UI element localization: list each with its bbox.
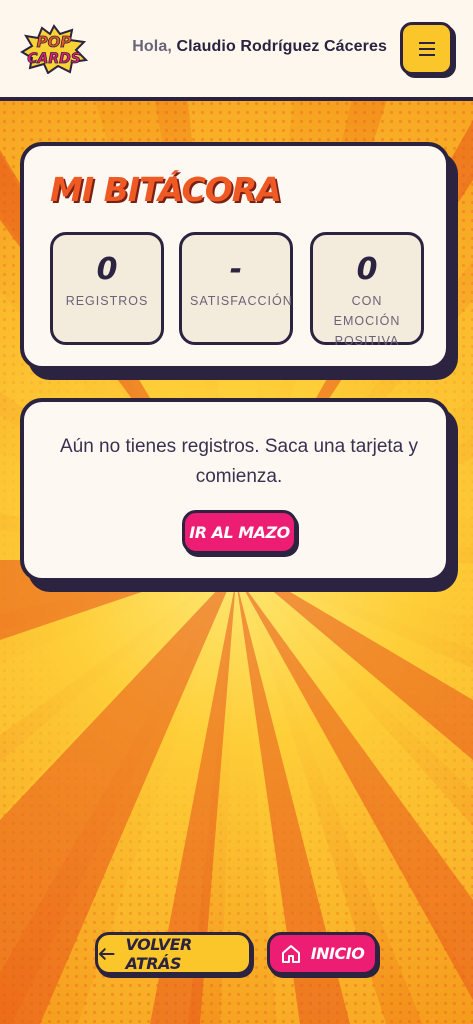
svg-text:CARDS: CARDS (27, 51, 81, 67)
stat-label: REGISTROS (65, 294, 149, 308)
stat-label: CON EMOCIÓN POSITIVA (333, 294, 401, 348)
svg-text:POP: POP (37, 33, 72, 51)
top-header: POP CARDS Hola, Claudio Rodríguez Cácere… (0, 0, 473, 101)
empty-state-card: Aún no tienes registros. Saca una tarjet… (20, 398, 450, 582)
back-button-label: VOLVER ATRÁS (125, 934, 193, 973)
home-button-label: INICIO (310, 944, 365, 963)
stat-value: 0 (96, 252, 118, 287)
empty-state-message: Aún no tienes registros. Saca una tarjet… (59, 436, 419, 487)
page-title: MI BITÁCORA (50, 170, 282, 209)
go-to-deck-button[interactable]: IR AL MAZO (182, 510, 297, 554)
menu-button[interactable] (400, 22, 453, 75)
stat-value: 0 (356, 252, 378, 287)
hamburger-menu-icon (418, 41, 435, 56)
stat-satisfaction: - SATISFACCIÓN (179, 232, 293, 345)
stat-label: SATISFACCIÓN (190, 294, 293, 308)
greeting-text: Hola, (132, 38, 172, 55)
stat-value: - (229, 252, 243, 287)
home-icon (281, 944, 300, 963)
back-button[interactable]: VOLVER ATRÁS (95, 932, 252, 975)
stat-positive-emotion: 0 CON EMOCIÓN POSITIVA (310, 232, 424, 348)
popcards-logo[interactable]: POP CARDS (20, 24, 89, 75)
home-button[interactable]: INICIO (267, 932, 378, 975)
journal-stats-card: MI BITÁCORA 0 REGISTROS - SATISFACCIÓN 0… (20, 142, 450, 370)
stat-records: 0 REGISTROS (50, 232, 164, 345)
arrow-left-icon (98, 947, 115, 960)
user-greeting: Hola, Claudio Rodríguez Cáceres (132, 38, 387, 56)
user-name: Claudio Rodríguez Cáceres (176, 38, 387, 55)
